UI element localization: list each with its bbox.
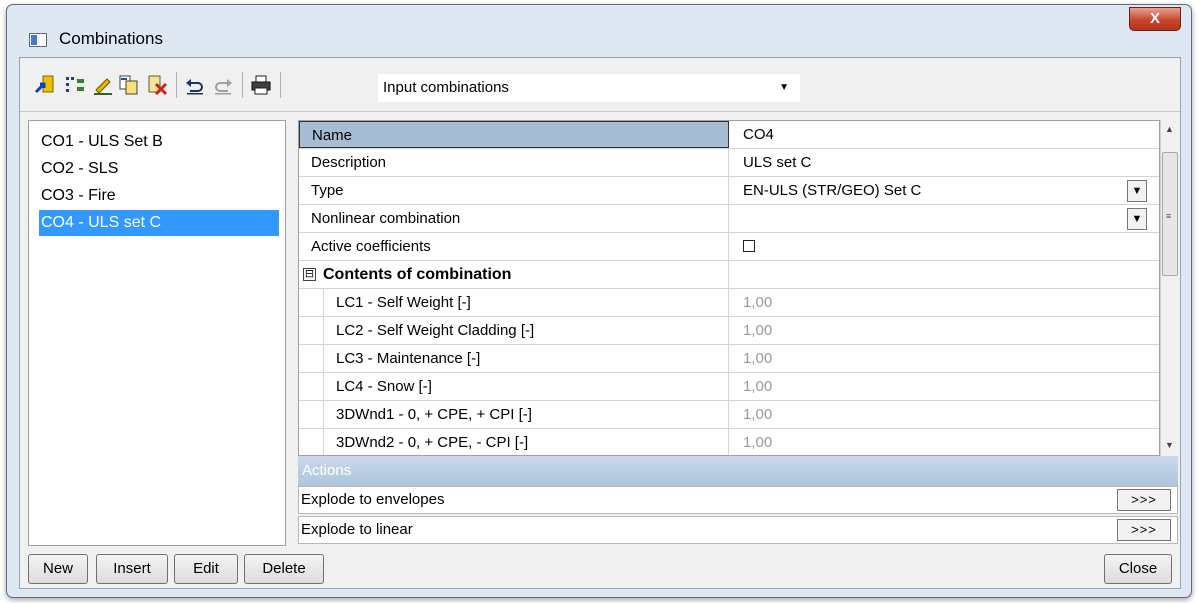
property-grid-scrollbar[interactable]: ▲ ≡ ▼ [1160, 120, 1178, 456]
toolbar-separator [242, 72, 243, 98]
active-coefficients-checkbox[interactable] [743, 240, 755, 252]
combinations-window: Combinations X Input combinations ▼ CO1 … [6, 4, 1192, 598]
scroll-down-icon[interactable]: ▼ [1165, 440, 1174, 450]
grip-icon: ≡ [1166, 211, 1172, 221]
property-label: LC3 - Maintenance [-] [323, 345, 729, 372]
property-label: LC1 - Self Weight [-] [323, 289, 729, 316]
close-button[interactable]: Close [1104, 554, 1172, 584]
property-label: 3DWnd2 - 0, + CPE, - CPI [-] [323, 429, 729, 455]
property-row-active-coefficients[interactable]: Active coefficients [299, 233, 1159, 261]
property-label: Name [299, 121, 729, 148]
view-mode-select[interactable]: Input combinations ▼ [378, 74, 800, 102]
print-icon[interactable] [250, 74, 272, 96]
list-item-selected[interactable]: CO4 - ULS set C [39, 210, 279, 236]
toolbar-separator [280, 72, 281, 98]
property-row-lc[interactable]: 3DWnd1 - 0, + CPE, + CPI [-] 1,00 [299, 401, 1159, 429]
property-row-lc[interactable]: 3DWnd2 - 0, + CPE, - CPI [-] 1,00 [299, 429, 1159, 455]
coefficient-value[interactable]: 1,00 [743, 345, 772, 372]
nonlinear-dropdown-button[interactable]: ▼ [1127, 208, 1147, 230]
property-row-lc[interactable]: LC3 - Maintenance [-] 1,00 [299, 345, 1159, 373]
list-item[interactable]: CO3 - Fire [29, 183, 285, 209]
list-item[interactable]: CO2 - SLS [29, 156, 285, 182]
coefficient-value[interactable]: 1,00 [743, 429, 772, 455]
explode-envelopes-button[interactable]: >>> [1117, 489, 1171, 511]
property-grid: Name CO4 Description ULS set C Type EN-U… [298, 120, 1160, 456]
undo-icon[interactable] [184, 74, 206, 96]
property-label: Active coefficients [299, 233, 729, 260]
type-value[interactable]: EN-ULS (STR/GEO) Set C [743, 177, 921, 204]
edit-pencil-icon[interactable] [92, 74, 114, 96]
coefficient-value[interactable]: 1,00 [743, 401, 772, 428]
property-group-contents[interactable]: ⊟ Contents of combination [299, 261, 1159, 289]
chevron-down-icon: ▼ [779, 82, 789, 93]
property-row-description[interactable]: Description ULS set C [299, 149, 1159, 177]
property-row-nonlinear[interactable]: Nonlinear combination ▼ [299, 205, 1159, 233]
type-dropdown-button[interactable]: ▼ [1127, 180, 1147, 202]
property-label: Nonlinear combination [299, 205, 729, 232]
scrollbar-thumb[interactable]: ≡ [1162, 152, 1178, 276]
property-label: Type [299, 177, 729, 204]
property-label: Description [299, 149, 729, 176]
window-title: Combinations [59, 29, 163, 48]
property-row-lc[interactable]: LC1 - Self Weight [-] 1,00 [299, 289, 1159, 317]
new-combination-icon[interactable] [34, 74, 56, 96]
description-value[interactable]: ULS set C [743, 149, 811, 176]
action-explode-envelopes[interactable]: Explode to envelopes >>> [298, 486, 1178, 514]
name-value[interactable]: CO4 [743, 121, 774, 148]
view-mode-value: Input combinations [383, 79, 509, 96]
property-row-lc[interactable]: LC2 - Self Weight Cladding [-] 1,00 [299, 317, 1159, 345]
edit-button[interactable]: Edit [174, 554, 238, 584]
actions-header: Actions [298, 456, 1178, 486]
action-explode-linear[interactable]: Explode to linear >>> [298, 516, 1178, 544]
toolbar-separator [176, 72, 177, 98]
window-close-button[interactable]: X [1129, 7, 1181, 31]
action-label: Explode to linear [301, 521, 413, 538]
property-row-type[interactable]: Type EN-ULS (STR/GEO) Set C ▼ [299, 177, 1159, 205]
delete-button[interactable]: Delete [244, 554, 324, 584]
property-label: LC4 - Snow [-] [323, 373, 729, 400]
coefficient-value[interactable]: 1,00 [743, 373, 772, 400]
toolbar: Input combinations ▼ [20, 58, 1180, 112]
window-icon [29, 33, 47, 47]
scroll-up-icon[interactable]: ▲ [1165, 124, 1174, 134]
group-label: Contents of combination [299, 261, 729, 288]
insert-button[interactable]: Insert [96, 554, 168, 584]
coefficient-value[interactable]: 1,00 [743, 289, 772, 316]
redo-icon[interactable] [212, 74, 234, 96]
dialog-body: Input combinations ▼ CO1 - ULS Set B CO2… [19, 57, 1181, 589]
explode-linear-button[interactable]: >>> [1117, 519, 1171, 541]
property-row-lc[interactable]: LC4 - Snow [-] 1,00 [299, 373, 1159, 401]
combination-list[interactable]: CO1 - ULS Set B CO2 - SLS CO3 - Fire CO4… [28, 120, 286, 546]
action-label: Explode to envelopes [301, 491, 445, 508]
title-bar: Combinations X [7, 5, 1191, 65]
list-item[interactable]: CO1 - ULS Set B [29, 129, 285, 155]
copy-icon[interactable] [118, 74, 140, 96]
property-label: 3DWnd1 - 0, + CPE, + CPI [-] [323, 401, 729, 428]
property-row-name[interactable]: Name CO4 [299, 121, 1159, 149]
property-label: LC2 - Self Weight Cladding [-] [323, 317, 729, 344]
properties-icon[interactable] [64, 74, 86, 96]
delete-icon[interactable] [146, 74, 168, 96]
coefficient-value[interactable]: 1,00 [743, 317, 772, 344]
new-button[interactable]: New [28, 554, 88, 584]
